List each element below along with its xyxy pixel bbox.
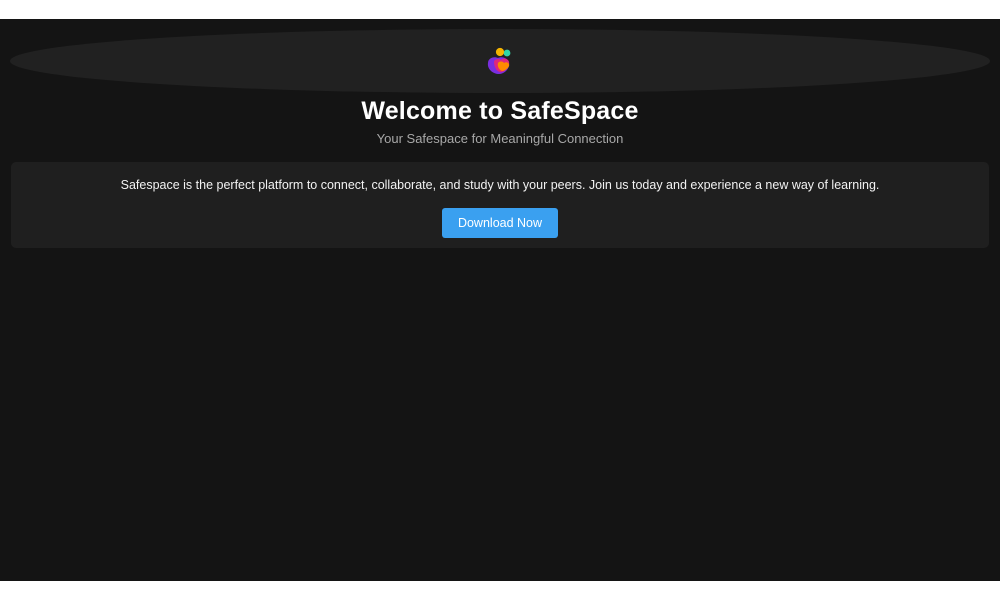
intro-text: Safespace is the perfect platform to con… bbox=[120, 178, 880, 192]
page-title: Welcome to SafeSpace bbox=[361, 97, 639, 125]
app-window: Welcome to SafeSpace Your Safespace for … bbox=[0, 19, 1000, 581]
download-now-button[interactable]: Download Now bbox=[442, 208, 558, 238]
safespace-logo-icon bbox=[486, 46, 514, 76]
intro-card: Safespace is the perfect platform to con… bbox=[11, 162, 989, 248]
page-subtitle: Your Safespace for Meaningful Connection bbox=[376, 131, 624, 146]
